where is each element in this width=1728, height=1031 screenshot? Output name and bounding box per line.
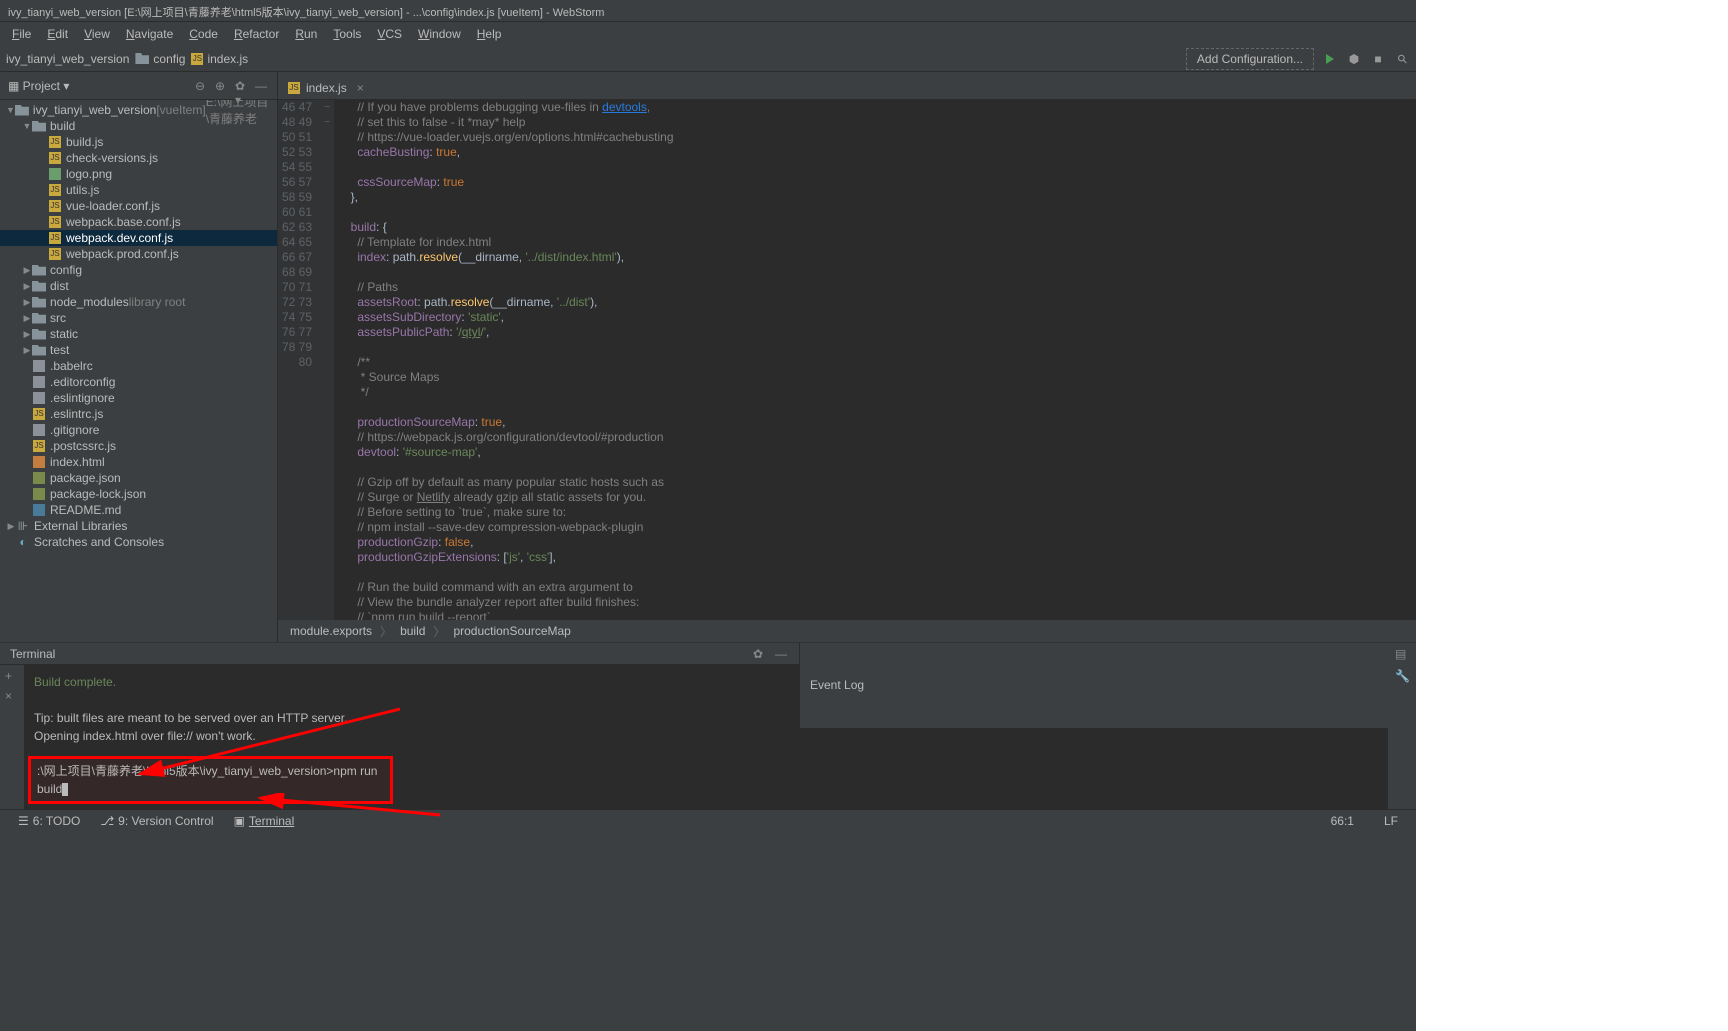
tree-item[interactable]: ▶⊪External Libraries	[0, 518, 277, 534]
menu-window[interactable]: Window	[410, 24, 469, 44]
breadcrumb[interactable]: module.exports	[290, 624, 372, 638]
line-gutter: 46 47 48 49 50 51 52 53 54 55 56 57 58 5…	[278, 100, 320, 620]
tree-item[interactable]: package-lock.json	[0, 486, 277, 502]
cursor	[62, 783, 68, 796]
close-terminal-icon[interactable]: ×	[5, 689, 19, 703]
search-button[interactable]	[1394, 51, 1410, 67]
event-log-panel: Event Log ▤ 🔧	[800, 643, 1416, 812]
target-icon[interactable]: ⊕	[215, 79, 229, 93]
run-button[interactable]	[1322, 51, 1338, 67]
menu-file[interactable]: File	[4, 24, 39, 44]
menu-edit[interactable]: Edit	[39, 24, 76, 44]
menu-vcs[interactable]: VCS	[369, 24, 410, 44]
project-tool-label[interactable]: ▦ Project ▾	[8, 79, 69, 93]
debug-button[interactable]: ⬢	[1346, 51, 1362, 67]
terminal-panel: Terminal ✿ — + × Build complete. Tip: bu…	[0, 643, 800, 812]
tree-item[interactable]: ▶test	[0, 342, 277, 358]
editor-area: JS index.js × 46 47 48 49 50 51 52 53 54…	[278, 72, 1416, 642]
search-icon	[1398, 52, 1407, 66]
tree-item[interactable]: JSvue-loader.conf.js	[0, 198, 277, 214]
add-configuration-button[interactable]: Add Configuration...	[1186, 48, 1314, 70]
status-bar: ☰ 6: TODO ⎇ 9: Version Control ▣ Termina…	[0, 809, 1416, 831]
event-log-title: Event Log	[810, 678, 864, 692]
fold-gutter[interactable]: − −	[320, 100, 334, 620]
version-control-button[interactable]: ⎇ 9: Version Control	[90, 814, 223, 828]
tree-item[interactable]: README.md	[0, 502, 277, 518]
stop-button[interactable]: ■	[1370, 51, 1386, 67]
menu-bar: FileEditViewNavigateCodeRefactorRunTools…	[0, 22, 1416, 46]
hide-icon[interactable]: —	[775, 647, 789, 661]
project-sidebar: ▦ Project ▾ ⊖ ⊕ ✿ ▾ — ▼ivy_tianyi_web_ve…	[0, 72, 278, 642]
chevron-right-icon: 〉	[380, 623, 392, 640]
code-editor[interactable]: 46 47 48 49 50 51 52 53 54 55 56 57 58 5…	[278, 100, 1416, 620]
menu-navigate[interactable]: Navigate	[118, 24, 181, 44]
tree-item[interactable]: index.html	[0, 454, 277, 470]
settings-wrench-icon[interactable]: 🔧	[1395, 669, 1409, 683]
add-terminal-icon[interactable]: +	[5, 669, 19, 683]
tab-index-js[interactable]: JS index.js ×	[280, 75, 372, 99]
tree-item[interactable]: ◐Scratches and Consoles	[0, 534, 277, 550]
code-breadcrumb: module.exports 〉 build 〉 productionSourc…	[278, 620, 1416, 642]
tree-item[interactable]: ▶node_modules library root	[0, 294, 277, 310]
hide-icon[interactable]: —	[255, 79, 269, 93]
tree-item[interactable]: JSutils.js	[0, 182, 277, 198]
editor-tabs: JS index.js ×	[278, 72, 1416, 100]
menu-code[interactable]: Code	[181, 24, 226, 44]
line-ending[interactable]: LF	[1374, 814, 1408, 828]
folder-icon	[135, 53, 149, 64]
tree-item[interactable]: .gitignore	[0, 422, 277, 438]
tree-item[interactable]: .babelrc	[0, 358, 277, 374]
tree-item[interactable]: JS.postcssrc.js	[0, 438, 277, 454]
cursor-position: 66:1	[1321, 814, 1364, 828]
tree-item[interactable]: JSwebpack.dev.conf.js	[0, 230, 277, 246]
js-icon: JS	[191, 53, 203, 65]
play-icon	[1326, 54, 1334, 64]
breadcrumb-folder[interactable]: config	[135, 52, 185, 66]
tree-item[interactable]: ▶dist	[0, 278, 277, 294]
tree-item[interactable]: JSwebpack.base.conf.js	[0, 214, 277, 230]
tree-item[interactable]: ▶src	[0, 310, 277, 326]
breadcrumb-file[interactable]: JSindex.js	[191, 52, 248, 66]
tree-item[interactable]: JSwebpack.prod.conf.js	[0, 246, 277, 262]
menu-help[interactable]: Help	[469, 24, 510, 44]
terminal-command-highlight: :\网上项目\青藤养老\html5版本\ivy_tianyi_web_versi…	[28, 756, 393, 804]
menu-run[interactable]: Run	[287, 24, 325, 44]
todo-tool-button[interactable]: ☰ 6: TODO	[8, 814, 90, 828]
js-icon: JS	[288, 82, 300, 94]
tree-item[interactable]: ▶config	[0, 262, 277, 278]
tree-item[interactable]: ▶static	[0, 326, 277, 342]
menu-tools[interactable]: Tools	[325, 24, 369, 44]
title-bar: ivy_tianyi_web_version [E:\网上项目\青藤养老\htm…	[0, 0, 1416, 22]
breadcrumb-project[interactable]: ivy_tianyi_web_version	[6, 52, 129, 66]
terminal-tool-button[interactable]: ▣ Terminal	[224, 814, 305, 828]
project-tree[interactable]: ▼ivy_tianyi_web_version [vueItem] E:\网上项…	[0, 100, 277, 642]
settings-icon[interactable]: ✿ ▾	[235, 79, 249, 93]
filter-icon[interactable]: ▤	[1395, 647, 1409, 661]
breadcrumb[interactable]: build	[400, 624, 425, 638]
tree-item[interactable]: ▼ivy_tianyi_web_version [vueItem] E:\网上项…	[0, 102, 277, 118]
terminal-output[interactable]: Build complete. Tip: built files are mea…	[24, 665, 799, 812]
menu-refactor[interactable]: Refactor	[226, 24, 287, 44]
terminal-prompt: :\网上项目\青藤养老\html5版本\ivy_tianyi_web_versi…	[37, 764, 333, 778]
tree-item[interactable]: logo.png	[0, 166, 277, 182]
collapse-icon[interactable]: ⊖	[195, 79, 209, 93]
tree-item[interactable]: package.json	[0, 470, 277, 486]
breadcrumb[interactable]: productionSourceMap	[453, 624, 570, 638]
chevron-right-icon: 〉	[433, 623, 445, 640]
close-icon[interactable]: ×	[357, 81, 364, 95]
terminal-title: Terminal	[10, 647, 55, 661]
code-content[interactable]: // If you have problems debugging vue-fi…	[334, 100, 1416, 620]
tree-item[interactable]: JSbuild.js	[0, 134, 277, 150]
tree-item[interactable]: .eslintignore	[0, 390, 277, 406]
tab-label: index.js	[306, 81, 347, 95]
tree-item[interactable]: JScheck-versions.js	[0, 150, 277, 166]
navigation-bar: ivy_tianyi_web_version config JSindex.js…	[0, 46, 1416, 72]
tree-item[interactable]: JS.eslintrc.js	[0, 406, 277, 422]
menu-view[interactable]: View	[76, 24, 118, 44]
tree-item[interactable]: .editorconfig	[0, 374, 277, 390]
gear-icon[interactable]: ✿	[753, 647, 767, 661]
